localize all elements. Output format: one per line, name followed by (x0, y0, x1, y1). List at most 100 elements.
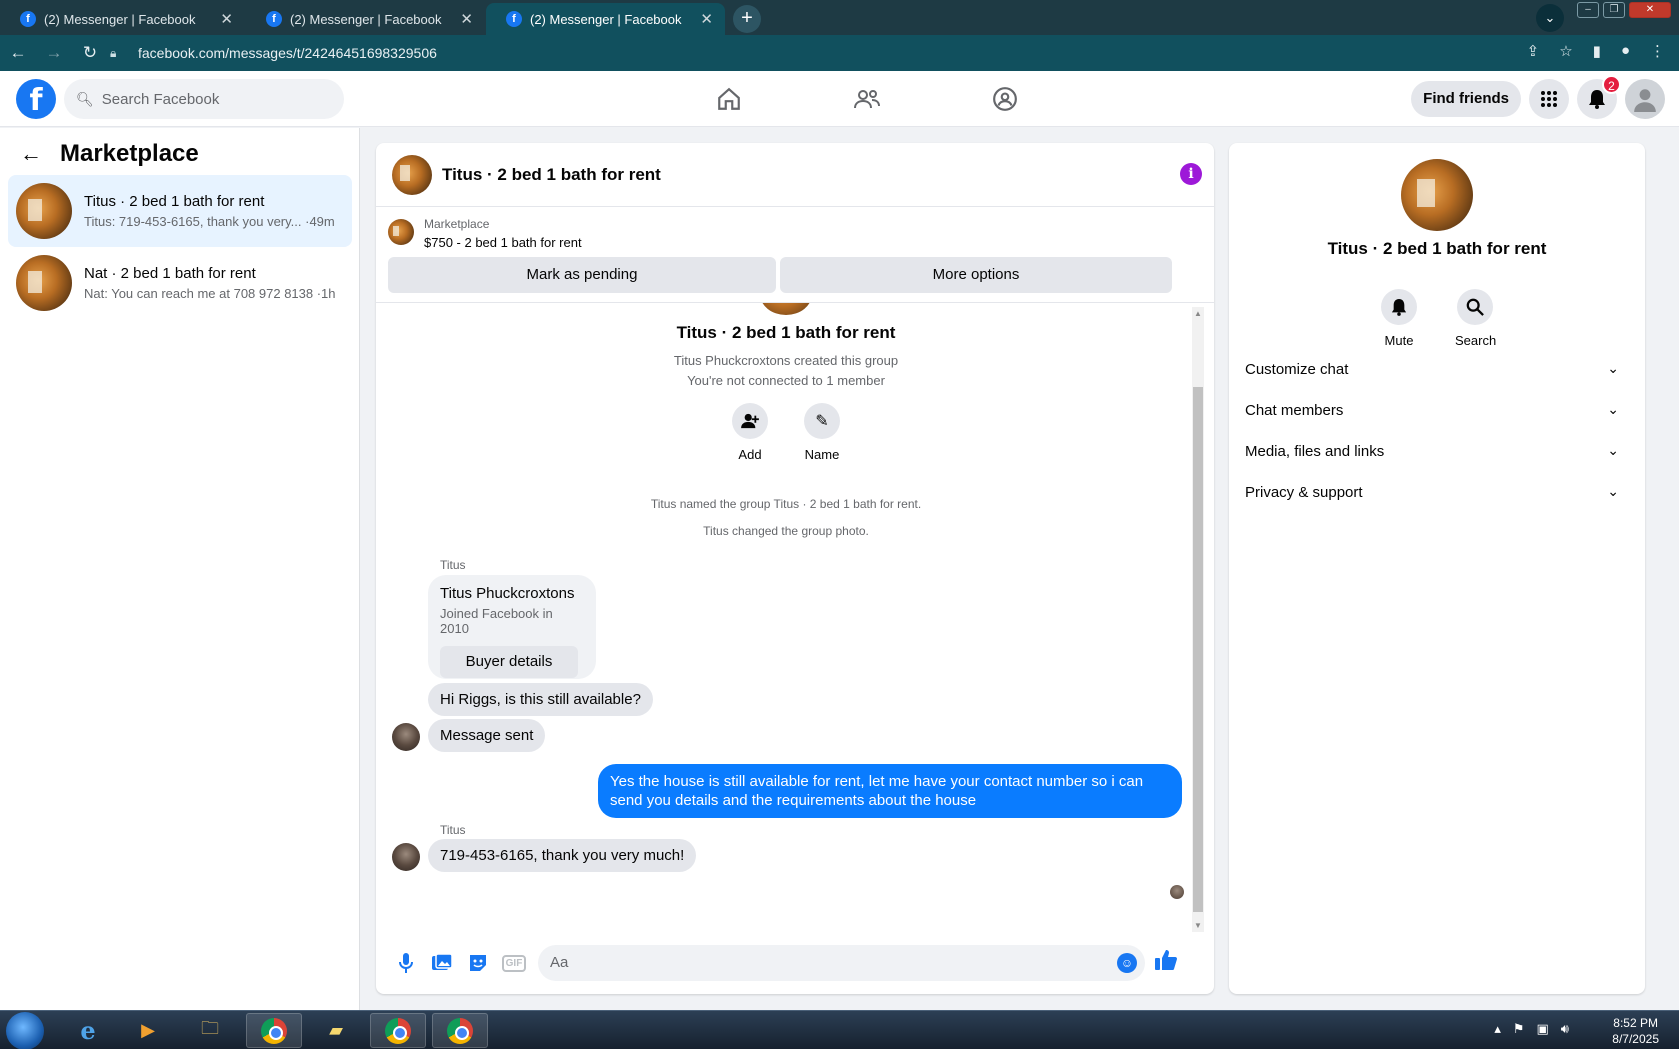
browser-toolbar: ← → ↻ 🔒︎ facebook.com/messages/t/2424645… (0, 35, 1679, 71)
mark-as-pending-button[interactable]: Mark as pending (388, 257, 776, 293)
scroll-down-icon[interactable]: ▼ (1192, 921, 1204, 930)
message-bubble[interactable]: Hi Riggs, is this still available? (428, 683, 653, 716)
back-arrow-icon[interactable]: ← (20, 141, 42, 167)
browser-tab-strip: f (2) Messenger | Facebook ✕ f (2) Messe… (0, 0, 1679, 35)
close-icon[interactable]: ✕ (700, 10, 713, 28)
share-icon[interactable]: ⇪ (1527, 42, 1540, 60)
window-close-icon[interactable]: ✕ (1629, 2, 1671, 18)
chat-avatar[interactable] (392, 154, 432, 195)
reload-icon[interactable]: ↻ (72, 43, 108, 63)
add-member-button[interactable]: Add (732, 403, 768, 462)
back-arrow-icon[interactable]: ← (0, 43, 36, 63)
notifications-bell-icon[interactable]: 2 (1577, 75, 1621, 119)
buyer-details-button[interactable]: Buyer details (440, 646, 578, 678)
chat-members-item[interactable]: Chat members ⌄ (1245, 390, 1629, 430)
action-center-flag-icon[interactable]: ⚑ (1513, 1021, 1525, 1037)
more-options-button[interactable]: More options (780, 257, 1172, 293)
item-label: Media, files and links (1245, 442, 1385, 460)
close-icon[interactable]: ✕ (460, 10, 473, 28)
address-bar[interactable]: 🔒︎ facebook.com/messages/t/2424645169832… (110, 38, 1569, 68)
search-label: Search (1455, 333, 1497, 348)
tab-title: (2) Messenger | Facebook (44, 11, 196, 27)
privacy-support-item[interactable]: Privacy & support ⌄ (1245, 472, 1629, 512)
bookmark-star-icon[interactable]: ☆ (1559, 42, 1572, 60)
minimize-icon[interactable]: ‒ (1577, 2, 1599, 18)
gif-icon[interactable]: GIF (496, 945, 532, 981)
message-bubble[interactable]: 719-453-6165, thank you very much! (428, 839, 697, 872)
network-icon[interactable]: ▣ (1537, 1021, 1549, 1037)
photo-icon[interactable] (424, 945, 460, 981)
scroll-up-icon[interactable]: ▲ (1192, 309, 1204, 318)
sender-avatar[interactable] (392, 843, 420, 871)
chrome-icon (261, 1017, 287, 1044)
conversation-item[interactable]: Nat · 2 bed 1 bath for rent Nat: You can… (8, 247, 352, 319)
friends-icon[interactable] (798, 71, 936, 127)
menu-grid-icon[interactable] (1529, 79, 1569, 119)
show-hidden-icons-icon[interactable]: ▴ (1494, 1021, 1501, 1037)
my-message-bubble[interactable]: Yes the house is still available for ren… (598, 764, 1182, 818)
find-friends-button[interactable]: Find friends (1411, 81, 1521, 117)
restore-icon[interactable]: ❐ (1603, 2, 1625, 18)
browser-tab-3[interactable]: f (2) Messenger | Facebook ✕ (486, 3, 725, 35)
seen-receipt-avatar (1170, 885, 1184, 899)
notes-icon[interactable]: ▰ (308, 1013, 364, 1048)
emoji-icon[interactable]: ☺ (1117, 953, 1137, 973)
sender-name: Titus (440, 558, 466, 572)
new-tab-button[interactable]: + (733, 5, 761, 33)
os-taskbar: e ▶ 🗀 ▰ ▴ ⚑ ▣ 🔊︎ 8:52 PM 8/7/2025 (0, 1010, 1679, 1049)
chrome-icon (385, 1017, 411, 1044)
name-label: Name (804, 447, 840, 462)
close-icon[interactable]: ✕ (220, 10, 233, 28)
facebook-header: f 🔍︎ Search Facebook Find friends 2 (0, 71, 1679, 127)
search-in-chat-button[interactable]: Search (1455, 289, 1497, 348)
message-input[interactable]: Aa ☺ (538, 945, 1145, 981)
thread-scrollbar[interactable]: ▲ ▼ (1192, 307, 1204, 932)
media-files-links-item[interactable]: Media, files and links ⌄ (1245, 431, 1629, 471)
conversation-item[interactable]: Titus · 2 bed 1 bath for rent Titus: 719… (8, 175, 352, 247)
scrollbar-thumb[interactable] (1193, 387, 1203, 912)
search-input[interactable]: 🔍︎ Search Facebook (64, 79, 344, 119)
conversation-sidebar: ← Marketplace Titus · 2 bed 1 bath for r… (0, 128, 360, 1010)
internet-explorer-icon[interactable]: e (60, 1013, 116, 1048)
listing-thumbnail (16, 255, 72, 311)
system-tray: ▴ ⚑ ▣ 🔊︎ (1494, 1021, 1569, 1037)
volume-icon[interactable]: 🔊︎ (1561, 1021, 1569, 1037)
message-bubble[interactable]: Message sent (428, 719, 546, 752)
chrome-taskbar-icon[interactable] (246, 1013, 302, 1048)
sender-avatar[interactable] (392, 723, 420, 751)
home-icon[interactable] (660, 71, 798, 127)
groups-icon[interactable] (936, 71, 1074, 127)
facebook-logo-icon[interactable]: f (16, 79, 56, 119)
chevron-down-icon: ⌄ (1607, 360, 1619, 376)
browser-tab-2[interactable]: f (2) Messenger | Facebook ✕ (246, 3, 485, 35)
chevron-down-icon: ⌄ (1607, 442, 1619, 458)
media-player-icon[interactable]: ▶ (120, 1013, 176, 1048)
thumbs-up-icon[interactable] (1155, 949, 1177, 977)
listing-thumbnail[interactable] (388, 219, 414, 245)
tab-search-chevron-icon[interactable]: ⌄ (1536, 4, 1564, 32)
account-avatar[interactable] (1625, 79, 1665, 119)
chat-title[interactable]: Titus · 2 bed 1 bath for rent (442, 165, 661, 185)
mute-button[interactable]: Mute (1379, 289, 1419, 348)
start-button-icon[interactable] (6, 1012, 44, 1049)
profile-icon[interactable]: ● (1621, 42, 1630, 60)
chrome-taskbar-icon[interactable] (432, 1013, 488, 1048)
browser-tab-1[interactable]: f (2) Messenger | Facebook ✕ (0, 3, 245, 35)
forward-arrow-icon[interactable]: → (36, 43, 72, 63)
gif-label: GIF (501, 954, 527, 972)
info-icon[interactable]: i (1180, 163, 1202, 185)
side-panel-icon[interactable]: ▮ (1593, 42, 1601, 60)
file-explorer-icon[interactable]: 🗀 (182, 1013, 238, 1048)
group-created-text: Titus Phuckcroxtons created this group (673, 353, 899, 368)
system-message: Titus changed the group photo. (703, 524, 869, 538)
listing-price[interactable]: $750 - 2 bed 1 bath for rent (424, 235, 582, 250)
customize-chat-item[interactable]: Customize chat ⌄ (1245, 349, 1629, 389)
menu-dots-icon[interactable]: ⋮ (1650, 42, 1665, 60)
microphone-icon[interactable] (388, 945, 424, 981)
sticker-icon[interactable] (460, 945, 496, 981)
group-avatar[interactable] (1401, 159, 1473, 231)
chrome-taskbar-icon[interactable] (370, 1013, 426, 1048)
system-clock[interactable]: 8:52 PM 8/7/2025 (1612, 1015, 1659, 1047)
item-label: Chat members (1245, 401, 1344, 419)
name-group-button[interactable]: ✎ Name (804, 403, 840, 462)
